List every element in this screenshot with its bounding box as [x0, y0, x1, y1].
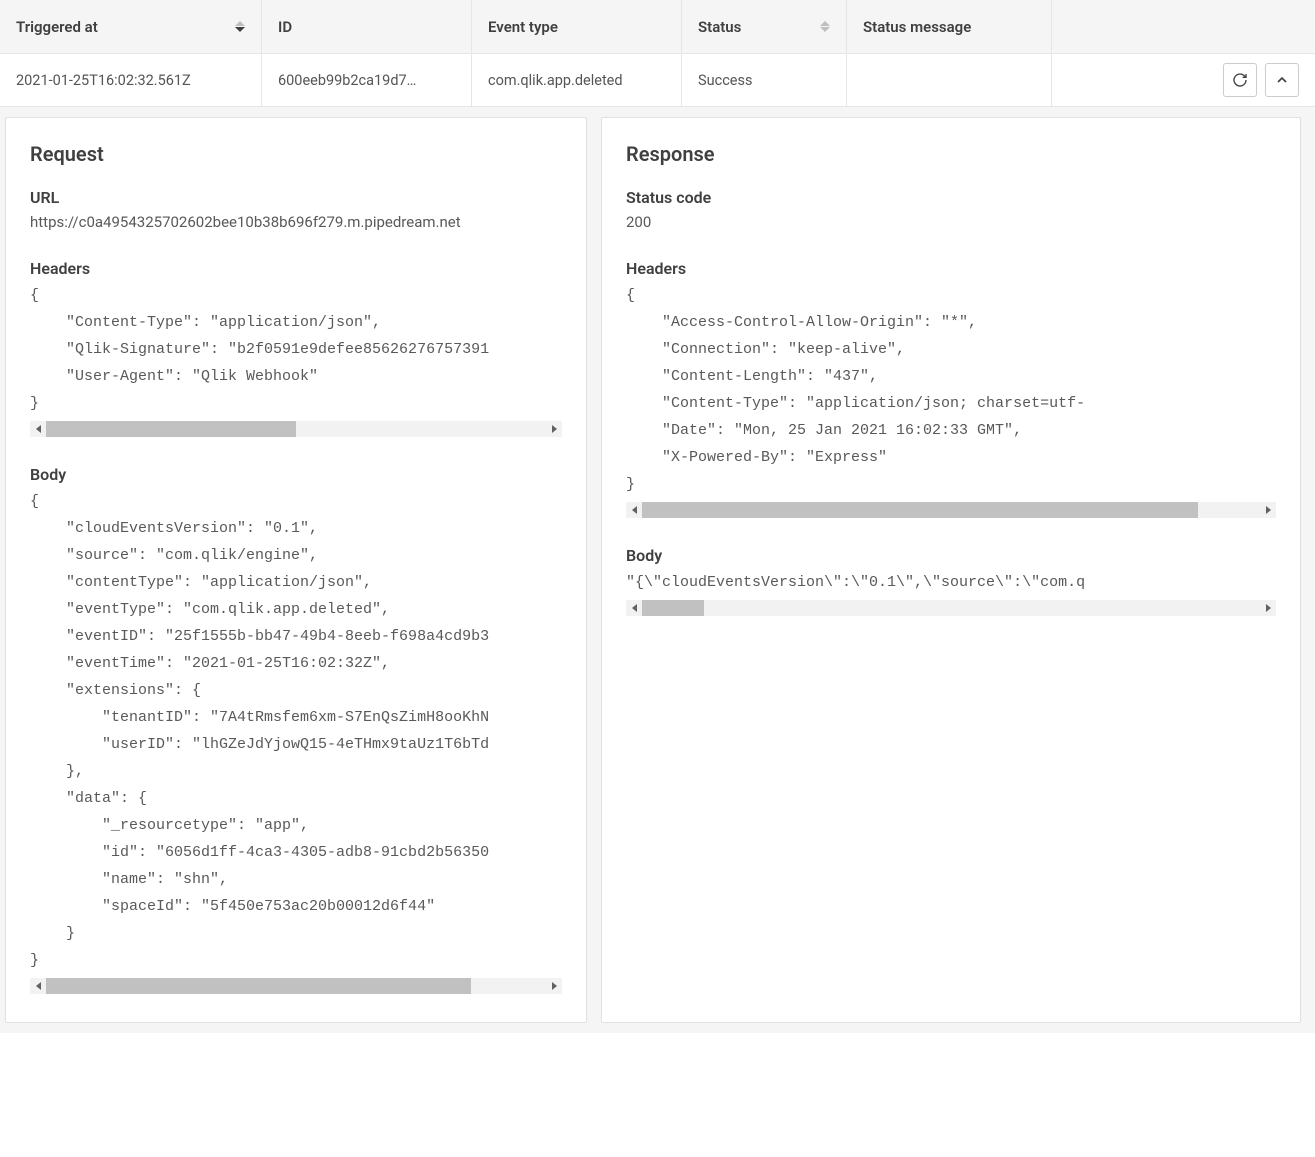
request-title: Request [30, 142, 562, 166]
scrollbar[interactable] [30, 978, 562, 994]
header-label: Triggered at [16, 18, 235, 36]
cell-actions [1052, 54, 1315, 106]
request-panel: Request URL https://c0a4954325702602bee1… [5, 117, 587, 1023]
table-header-row: Triggered at ID Event type Status Status… [0, 0, 1315, 54]
header-label: ID [278, 18, 455, 36]
refresh-icon [1232, 72, 1248, 88]
scrollbar[interactable] [626, 600, 1276, 616]
status-code-label: Status code [626, 188, 1276, 207]
request-headers-label: Headers [30, 259, 562, 278]
cell-triggered-at: 2021-01-25T16:02:32.561Z [0, 54, 262, 106]
request-body-code: { "cloudEventsVersion": "0.1", "source":… [30, 488, 562, 974]
chevron-up-icon [1274, 72, 1290, 88]
deliveries-table: Triggered at ID Event type Status Status… [0, 0, 1315, 107]
table-row[interactable]: 2021-01-25T16:02:32.561Z 600eeb99b2ca19d… [0, 54, 1315, 106]
retry-button[interactable] [1223, 63, 1257, 97]
response-headers-code: { "Access-Control-Allow-Origin": "*", "C… [626, 282, 1276, 498]
sort-icon[interactable] [235, 21, 245, 32]
scrollbar[interactable] [30, 421, 562, 437]
status-code-value: 200 [626, 213, 1276, 231]
response-body-code: "{\"cloudEventsVersion\":\"0.1\",\"sourc… [626, 569, 1276, 596]
scroll-right-icon[interactable] [1260, 502, 1276, 518]
scroll-right-icon[interactable] [546, 421, 562, 437]
request-body-label: Body [30, 465, 562, 484]
details-container: Request URL https://c0a4954325702602bee1… [0, 107, 1315, 1033]
response-panel: Response Status code 200 Headers { "Acce… [601, 117, 1301, 1023]
url-value: https://c0a4954325702602bee10b38b696f279… [30, 213, 562, 231]
cell-status-message [847, 54, 1052, 106]
scroll-left-icon[interactable] [626, 502, 642, 518]
header-event-type[interactable]: Event type [472, 0, 682, 53]
header-status[interactable]: Status [682, 0, 847, 53]
scroll-left-icon[interactable] [30, 421, 46, 437]
response-body-label: Body [626, 546, 1276, 565]
scroll-right-icon[interactable] [546, 978, 562, 994]
header-label: Status message [863, 18, 1035, 36]
collapse-button[interactable] [1265, 63, 1299, 97]
header-status-message[interactable]: Status message [847, 0, 1052, 53]
response-headers-label: Headers [626, 259, 1276, 278]
scroll-left-icon[interactable] [626, 600, 642, 616]
header-triggered-at[interactable]: Triggered at [0, 0, 262, 53]
header-label: Event type [488, 18, 665, 36]
cell-status: Success [682, 54, 847, 106]
cell-id: 600eeb99b2ca19d7… [262, 54, 472, 106]
url-label: URL [30, 188, 562, 207]
header-id[interactable]: ID [262, 0, 472, 53]
scrollbar[interactable] [626, 502, 1276, 518]
header-label: Status [698, 18, 820, 36]
response-title: Response [626, 142, 1276, 166]
scroll-right-icon[interactable] [1260, 600, 1276, 616]
request-headers-code: { "Content-Type": "application/json", "Q… [30, 282, 562, 417]
cell-event-type: com.qlik.app.deleted [472, 54, 682, 106]
sort-icon[interactable] [820, 21, 830, 32]
scroll-left-icon[interactable] [30, 978, 46, 994]
header-actions [1052, 0, 1315, 53]
